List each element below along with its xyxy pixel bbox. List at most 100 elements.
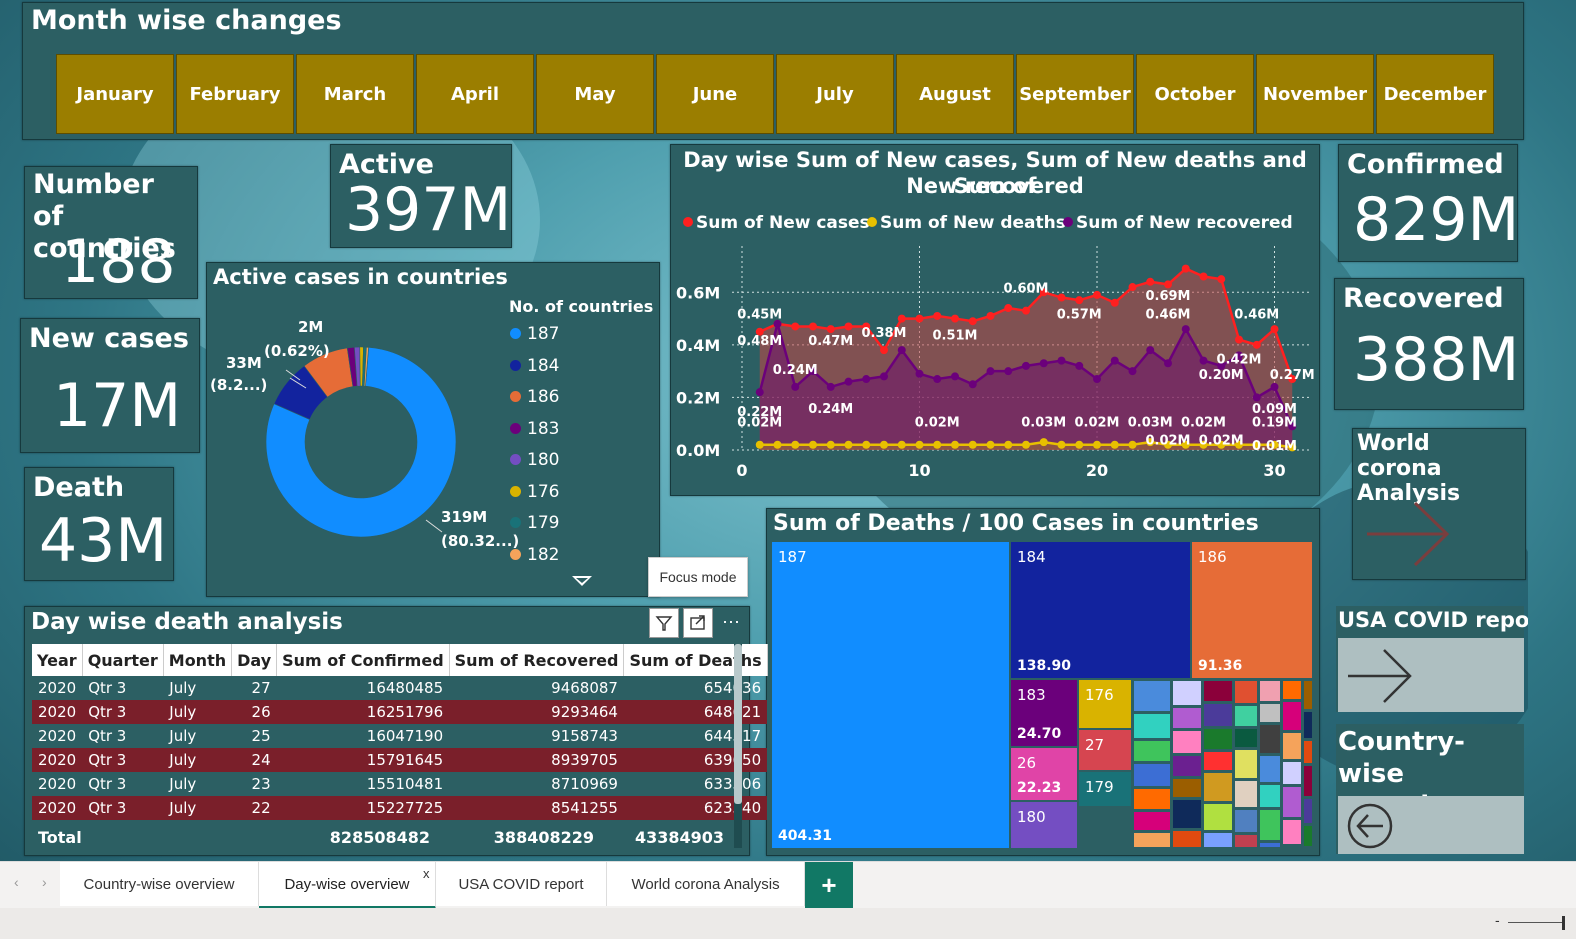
month-button-april[interactable]: April — [416, 54, 534, 134]
treemap-small-cell[interactable] — [1172, 799, 1202, 829]
treemap-small-cell[interactable] — [1203, 772, 1233, 802]
treemap-small-cell[interactable] — [1282, 846, 1302, 848]
treemap-small-cell[interactable] — [1282, 680, 1302, 700]
donut-legend-item[interactable]: 183 — [510, 419, 559, 439]
treemap-small-cell[interactable] — [1282, 732, 1302, 760]
filter-icon[interactable] — [649, 608, 679, 638]
treemap-small-cell[interactable] — [1203, 832, 1233, 848]
treemap-small-cell[interactable] — [1203, 751, 1233, 771]
donut-legend-item[interactable]: 180 — [510, 450, 559, 470]
more-options-icon[interactable]: ⋯ — [717, 608, 745, 636]
treemap-small-cell[interactable] — [1203, 803, 1233, 831]
treemap-small-cell[interactable] — [1203, 728, 1233, 750]
treemap-small-cell[interactable] — [1234, 680, 1258, 704]
month-button-february[interactable]: February — [176, 54, 294, 134]
treemap-cell-26[interactable]: 26 22.23 — [1011, 748, 1077, 800]
treemap-small-cell[interactable] — [1303, 680, 1313, 710]
treemap-small-cell[interactable] — [1303, 798, 1313, 824]
donut-legend-item[interactable]: 176 — [510, 482, 559, 502]
treemap-small-cell[interactable] — [1259, 724, 1281, 754]
month-button-october[interactable]: October — [1136, 54, 1254, 134]
month-button-december[interactable]: December — [1376, 54, 1494, 134]
country-overview-nav-button[interactable]: Country-wise overview — [1336, 724, 1524, 854]
treemap-small-cell[interactable] — [1259, 842, 1281, 848]
focus-mode-icon[interactable] — [683, 608, 713, 638]
zoom-slider-thumb[interactable] — [1562, 916, 1565, 930]
treemap-small-cell[interactable] — [1234, 728, 1258, 748]
month-button-june[interactable]: June — [656, 54, 774, 134]
treemap-small-cell[interactable] — [1282, 701, 1302, 731]
treemap-small-cell[interactable] — [1133, 763, 1171, 787]
treemap-small-cell[interactable] — [1203, 703, 1233, 727]
treemap-small-cell[interactable] — [1234, 780, 1258, 808]
treemap-small-cell[interactable] — [1172, 680, 1202, 706]
table-row[interactable]: 2020 Qtr 3 July 24 15791645 8939705 639650 — [32, 748, 768, 772]
treemap-small-cell[interactable] — [1234, 749, 1258, 779]
treemap-small-cell[interactable] — [1133, 788, 1171, 810]
treemap-small-cell[interactable] — [1133, 740, 1171, 762]
treemap-small-cell[interactable] — [1172, 730, 1202, 754]
month-button-september[interactable]: September — [1016, 54, 1134, 134]
treemap-small-cell[interactable] — [1133, 811, 1171, 831]
treemap-cell-27[interactable]: 27 — [1079, 730, 1131, 770]
treemap-cell-179[interactable]: 179 — [1079, 772, 1131, 806]
treemap-small-cell[interactable] — [1282, 786, 1302, 818]
treemap-small-cell[interactable] — [1172, 755, 1202, 777]
table-row[interactable]: 2020 Qtr 3 July 26 16251796 9293464 648621 — [32, 700, 768, 724]
treemap-small-cell[interactable] — [1259, 809, 1281, 841]
month-button-january[interactable]: January — [56, 54, 174, 134]
donut-legend-item[interactable]: 184 — [510, 356, 559, 376]
add-page-button[interactable]: + — [805, 862, 853, 908]
column-header[interactable]: Sum of Recovered — [449, 644, 625, 676]
tab-next-icon[interactable]: › — [42, 874, 47, 890]
zoom-slider[interactable] — [1508, 922, 1564, 923]
treemap-cell-180[interactable]: 180 — [1011, 802, 1077, 848]
treemap-small-cell[interactable] — [1133, 713, 1171, 739]
tab-usa-covid-report[interactable]: USA COVID report — [436, 862, 607, 906]
treemap-small-cell[interactable] — [1172, 778, 1202, 798]
treemap-small-cell[interactable] — [1259, 680, 1281, 702]
table-scrollbar[interactable] — [734, 644, 742, 848]
world-analysis-nav-button[interactable]: World corona Analysis — [1352, 428, 1526, 580]
column-header[interactable]: Quarter — [82, 644, 164, 676]
treemap-small-cell[interactable] — [1259, 755, 1281, 783]
treemap-cell-187[interactable]: 187 404.31 — [772, 542, 1009, 848]
treemap-small-cell[interactable] — [1133, 680, 1171, 712]
treemap-small-cell[interactable] — [1282, 761, 1302, 785]
tab-prev-icon[interactable]: ‹ — [14, 874, 19, 890]
month-button-august[interactable]: August — [896, 54, 1014, 134]
column-header[interactable]: Day — [231, 644, 278, 676]
donut-legend-item[interactable]: 186 — [510, 387, 559, 407]
column-header[interactable]: Month — [163, 644, 233, 676]
column-header[interactable]: Sum of Confirmed — [276, 644, 450, 676]
treemap-small-cell[interactable] — [1234, 834, 1258, 848]
tab-day-wise-overview[interactable]: Day-wise overview — [259, 862, 436, 909]
month-button-july[interactable]: July — [776, 54, 894, 134]
table-row[interactable]: 2020 Qtr 3 July 27 16480485 9468087 654036 — [32, 676, 767, 700]
treemap-small-cell[interactable] — [1172, 707, 1202, 729]
treemap-small-cell[interactable] — [1172, 830, 1202, 848]
treemap-small-cell[interactable] — [1303, 711, 1313, 739]
treemap-small-cell[interactable] — [1259, 784, 1281, 808]
table-row[interactable]: 2020 Qtr 3 July 23 15510481 8710969 633506 — [32, 772, 767, 796]
treemap-cell-183[interactable]: 183 24.70 — [1011, 680, 1077, 746]
usa-report-nav-button[interactable]: USA COVID report — [1336, 606, 1528, 712]
column-header[interactable]: Sum of Deaths — [623, 644, 768, 676]
tab-country-wise-overview[interactable]: Country-wise overview — [60, 862, 259, 906]
treemap-cell-184[interactable]: 184 138.90 — [1011, 542, 1190, 678]
tab-close-icon[interactable]: x — [423, 866, 430, 881]
month-button-march[interactable]: March — [296, 54, 414, 134]
treemap-small-cell[interactable] — [1133, 832, 1171, 848]
treemap-small-cell[interactable] — [1234, 809, 1258, 833]
table-scrollbar-thumb[interactable] — [734, 644, 742, 804]
zoom-out-icon[interactable]: - — [1495, 912, 1500, 928]
treemap-small-cell[interactable] — [1282, 819, 1302, 845]
treemap-small-cell[interactable] — [1303, 765, 1313, 797]
legend-scroll-down-icon[interactable] — [570, 574, 594, 588]
table-row[interactable]: 2020 Qtr 3 July 25 16047190 9158743 644517 — [32, 724, 767, 748]
table-row[interactable]: 2020 Qtr 3 July 22 15227725 8541255 623540 — [32, 796, 768, 820]
donut-legend-item[interactable]: 179 — [510, 513, 559, 533]
column-header[interactable]: Year — [32, 644, 83, 676]
month-button-november[interactable]: November — [1256, 54, 1374, 134]
month-button-may[interactable]: May — [536, 54, 654, 134]
